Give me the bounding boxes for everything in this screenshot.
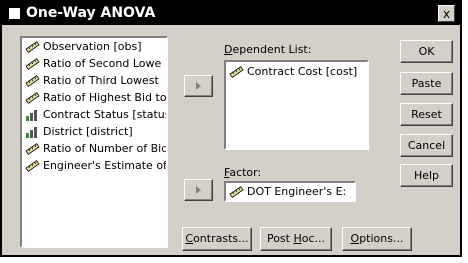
variable-label: Ratio of Number of Bid (43, 142, 168, 155)
dependent-list[interactable]: Contract Cost [cost] (224, 60, 369, 150)
move-to-factor-button[interactable] (184, 179, 213, 201)
reset-button[interactable]: Reset (400, 103, 453, 126)
paste-button[interactable]: Paste (400, 72, 453, 95)
scale-ruler-icon (25, 58, 40, 70)
contrasts-button[interactable]: Contrasts... (182, 227, 252, 251)
factor-value: DOT Engineer's E: (226, 183, 354, 200)
dependent-list-label: Dependent List: (224, 43, 312, 56)
scale-ruler-icon (25, 92, 40, 104)
variable-label: Ratio of Second Lowe (43, 57, 162, 70)
options-button[interactable]: Options... (342, 227, 412, 251)
close-button[interactable]: x (438, 5, 455, 22)
one-way-anova-dialog: One-Way ANOVA x Observation [obs] Ratio o… (0, 0, 462, 257)
variable-list-item[interactable]: Ratio of Highest Bid to (22, 89, 166, 106)
variable-list-item[interactable]: District [district] (22, 123, 166, 140)
variable-label: Contract Status [status (43, 108, 168, 121)
arrow-right-icon (196, 186, 201, 194)
move-to-dependent-button[interactable] (184, 75, 213, 97)
ok-button[interactable]: OK (400, 40, 453, 63)
help-button[interactable]: Help (400, 164, 453, 187)
variable-label: District [district] (43, 125, 133, 138)
scale-ruler-icon (229, 186, 244, 198)
factor-value-text: DOT Engineer's E: (247, 185, 347, 198)
variable-list-item[interactable]: Contract Status [status (22, 106, 166, 123)
post-hoc-button[interactable]: Post Hoc... (260, 227, 332, 251)
dependent-list-item[interactable]: Contract Cost [cost] (226, 63, 367, 80)
arrow-right-icon (196, 82, 201, 90)
variable-list-item[interactable]: Ratio of Third Lowest (22, 72, 166, 89)
variable-list-item[interactable]: Ratio of Number of Bid (22, 140, 166, 157)
variable-list-item[interactable]: Ratio of Second Lowe (22, 55, 166, 72)
variable-items: Observation [obs] Ratio of Second Lowe Rat… (22, 38, 166, 174)
factor-label: Factor: (224, 166, 262, 179)
variable-label: Engineer's Estimate of (43, 159, 167, 172)
variable-label: Observation [obs] (43, 40, 142, 53)
dependent-item-label: Contract Cost [cost] (247, 65, 358, 78)
scale-ruler-icon (25, 41, 40, 53)
cancel-button[interactable]: Cancel (400, 134, 453, 157)
scale-ruler-icon (25, 143, 40, 155)
factor-field[interactable]: DOT Engineer's E: (224, 181, 356, 202)
bar-chart-icon (26, 110, 37, 121)
source-variable-list[interactable]: Observation [obs] Ratio of Second Lowe Rat… (20, 36, 168, 248)
variable-label: Ratio of Highest Bid to (43, 91, 167, 104)
variable-label: Ratio of Third Lowest (43, 74, 159, 87)
variable-list-item[interactable]: Observation [obs] (22, 38, 166, 55)
scale-ruler-icon (229, 66, 244, 78)
scale-ruler-icon (25, 75, 40, 87)
window-icon (8, 7, 21, 20)
bar-chart-icon (26, 127, 37, 138)
window-title: One-Way ANOVA (26, 5, 156, 21)
title-bar[interactable]: One-Way ANOVA x (2, 2, 460, 25)
variable-list-item[interactable]: Engineer's Estimate of (22, 157, 166, 174)
scale-ruler-icon (25, 160, 40, 172)
